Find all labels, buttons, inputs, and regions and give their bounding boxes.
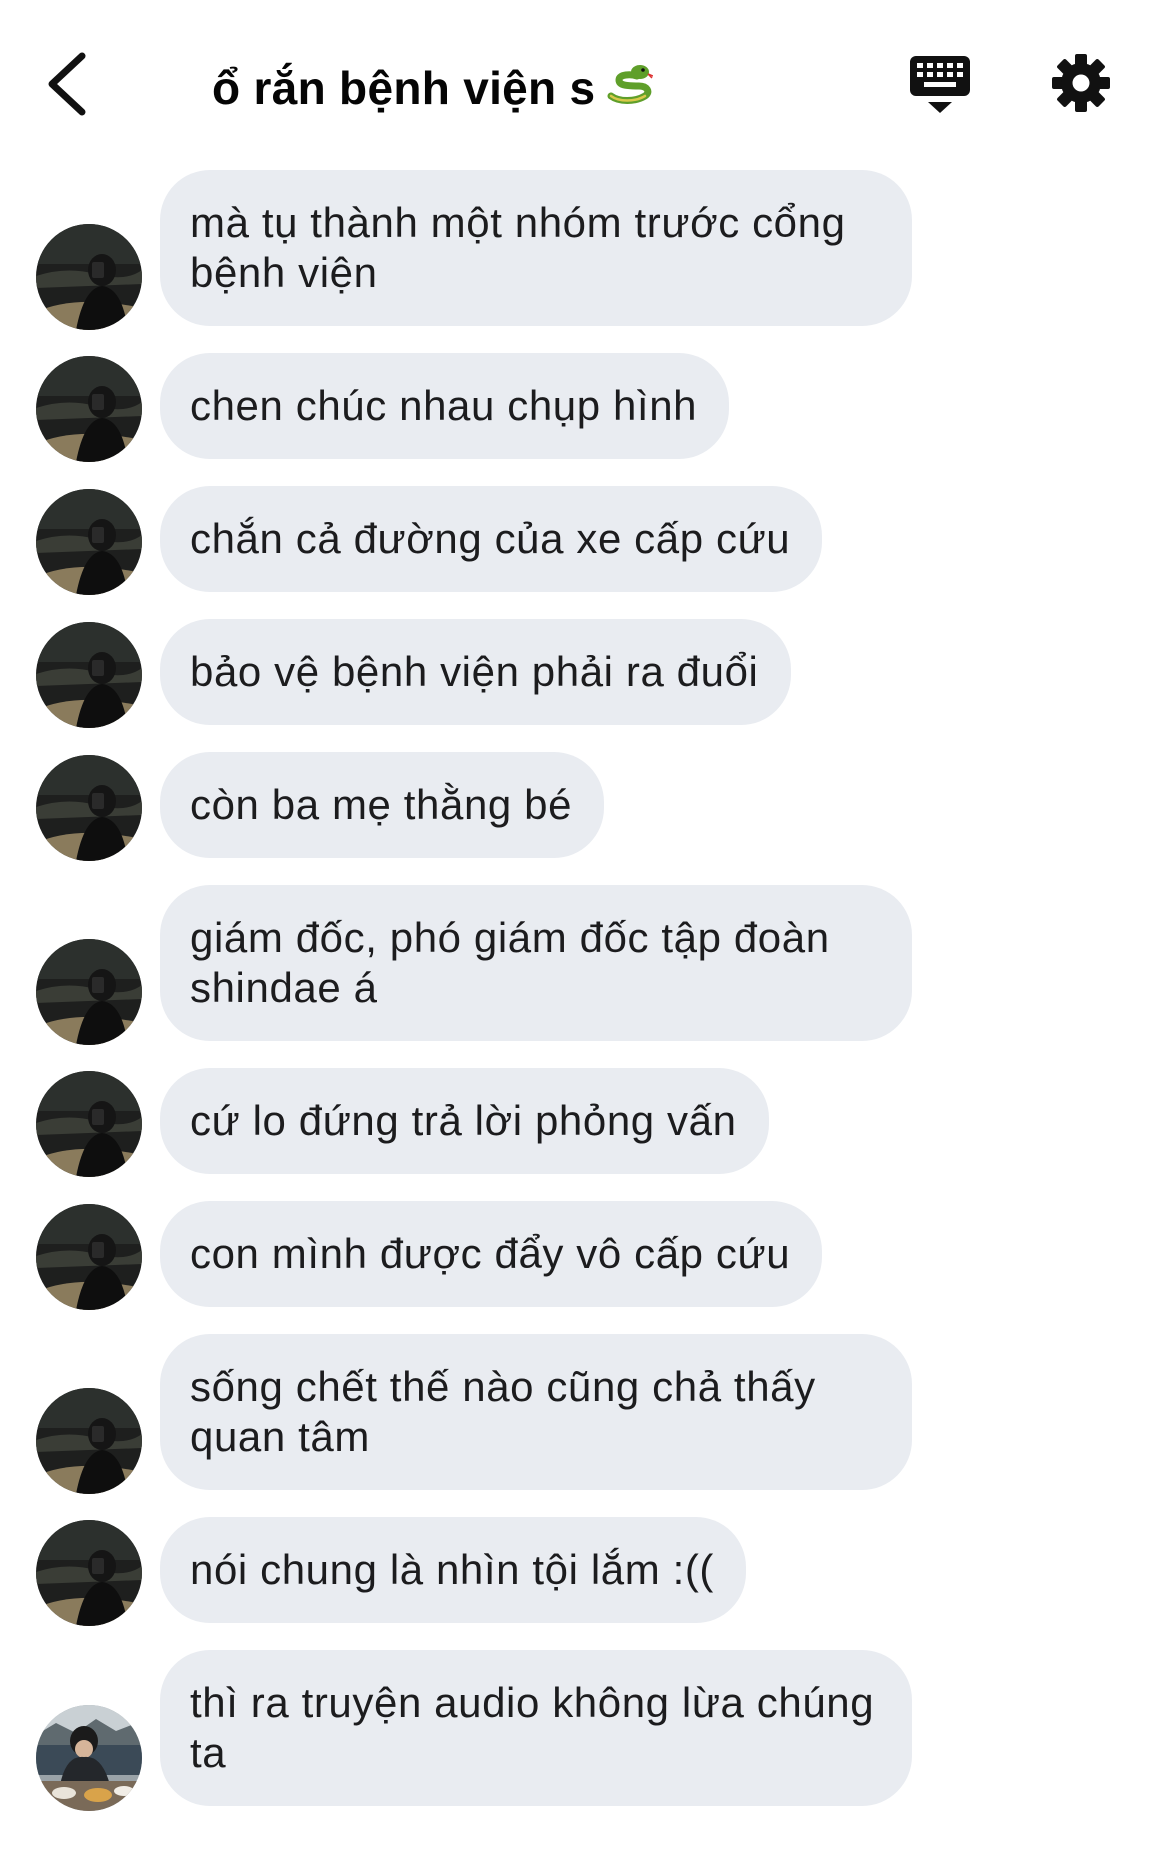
message-bubble[interactable]: sống chết thế nào cũng chả thấy quan tâm (160, 1334, 912, 1490)
back-button[interactable] (36, 42, 106, 122)
keyboard-button[interactable] (908, 52, 972, 116)
avatar[interactable] (36, 489, 142, 595)
avatar[interactable] (36, 1204, 142, 1310)
message-bubble[interactable]: chắn cả đường của xe cấp cứu (160, 486, 823, 592)
message-bubble[interactable]: nói chung là nhìn tội lắm :(( (160, 1517, 747, 1623)
avatar[interactable] (36, 755, 142, 861)
message-bubble[interactable]: cứ lo đứng trả lời phỏng vấn (160, 1068, 769, 1174)
avatar[interactable] (36, 356, 142, 462)
avatar[interactable] (36, 224, 142, 330)
chevron-left-icon (48, 52, 86, 116)
message-bubble[interactable]: chen chúc nhau chụp hình (160, 353, 730, 459)
message-bubble[interactable]: thì ra truyện audio không lừa chúng ta (160, 1650, 912, 1806)
chat-header: ổ rắn bệnh viện s (0, 0, 1170, 160)
avatar[interactable] (36, 1388, 142, 1494)
settings-button[interactable] (1050, 52, 1112, 114)
avatar[interactable] (36, 622, 142, 728)
avatar[interactable] (36, 939, 142, 1045)
message-bubble[interactable]: bảo vệ bệnh viện phải ra đuổi (160, 619, 791, 725)
message-bubble[interactable]: giám đốc, phó giám đốc tập đoàn shindae … (160, 885, 912, 1041)
chat-title[interactable]: ổ rắn bệnh viện s (212, 56, 654, 120)
avatar[interactable] (36, 1705, 142, 1811)
message-bubble[interactable]: mà tụ thành một nhóm trước cổng bệnh việ… (160, 170, 912, 326)
avatar[interactable] (36, 1071, 142, 1177)
message-bubble[interactable]: còn ba mẹ thằng bé (160, 752, 605, 858)
snake-emoji-icon (605, 56, 654, 120)
gear-icon (1052, 54, 1110, 112)
keyboard-icon (910, 56, 970, 113)
avatar[interactable] (36, 1520, 142, 1626)
message-bubble[interactable]: con mình được đẩy vô cấp cứu (160, 1201, 823, 1307)
chat-title-text: ổ rắn bệnh viện s (212, 62, 596, 114)
